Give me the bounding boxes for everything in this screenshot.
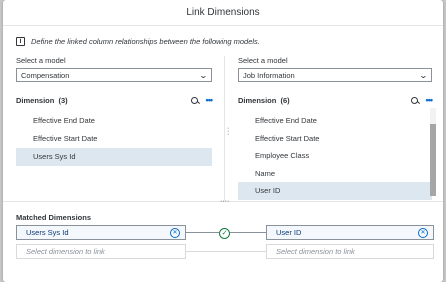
placeholder-text: Select dimension to link xyxy=(26,247,105,256)
left-dimension-label: Dimension xyxy=(16,95,55,105)
link-connector-line xyxy=(185,232,219,233)
matched-right-dimension[interactable]: User ID ✕ xyxy=(266,225,434,240)
list-item[interactable]: Users Sys Id xyxy=(16,148,212,166)
right-dimension-title: Dimension (6) xyxy=(238,96,290,105)
left-model-label: Select a model xyxy=(16,56,66,65)
left-dimension-title: Dimension (3) xyxy=(16,96,68,105)
list-item[interactable]: Employee Class xyxy=(238,147,432,165)
vertical-divider xyxy=(224,56,225,201)
list-item[interactable]: Effective Start Date xyxy=(16,130,212,148)
more-icon[interactable]: ••• xyxy=(206,96,214,105)
matched-dimensions-title: Matched Dimensions xyxy=(16,213,92,222)
matched-left-dimension[interactable]: Users Sys Id ✕ xyxy=(16,225,186,240)
search-icon[interactable] xyxy=(410,96,418,104)
right-dimension-count: (6) xyxy=(280,95,290,105)
right-dimension-placeholder[interactable]: Select dimension to link xyxy=(266,244,434,259)
vertical-splitter-handle[interactable]: · · · xyxy=(227,125,229,138)
info-icon: i xyxy=(16,36,25,46)
list-item[interactable]: Effective End Date xyxy=(16,112,212,130)
search-icon[interactable] xyxy=(190,96,198,104)
matched-right-value: User ID xyxy=(276,228,302,237)
clear-icon[interactable]: ✕ xyxy=(170,227,180,238)
right-list-scrollbar-thumb[interactable] xyxy=(430,124,436,196)
check-icon: ✓ xyxy=(219,228,230,239)
info-message: i Define the linked column relationships… xyxy=(16,35,260,47)
dialog-title: Link Dimensions xyxy=(3,0,443,26)
list-item[interactable]: Effective Start Date xyxy=(238,130,432,148)
left-dimension-list: Effective End Date Effective Start Date … xyxy=(16,112,212,166)
right-dimension-list: Effective End Date Effective Start Date … xyxy=(238,112,432,200)
more-icon[interactable]: ••• xyxy=(426,96,434,105)
right-model-panel: Select a model Job Information ⌄ Dimensi… xyxy=(238,56,434,200)
chevron-down-icon: ⌄ xyxy=(198,70,209,80)
list-item[interactable]: Name xyxy=(238,165,432,183)
chevron-down-icon: ⌄ xyxy=(418,70,429,80)
horizontal-splitter-handle[interactable]: ···· xyxy=(220,198,229,205)
right-model-label: Select a model xyxy=(238,56,288,65)
info-text: Define the linked column relationships b… xyxy=(31,36,260,46)
link-connector-line xyxy=(230,232,266,233)
left-model-select[interactable]: Compensation ⌄ xyxy=(16,68,212,82)
right-model-value: Job Information xyxy=(243,70,295,80)
empty-connector-line xyxy=(185,251,266,252)
left-dimension-placeholder[interactable]: Select dimension to link xyxy=(16,244,186,259)
list-item[interactable]: Effective End Date xyxy=(238,112,432,130)
left-dimension-tools: ••• xyxy=(190,96,214,105)
left-dimension-header: Dimension (3) ••• xyxy=(16,94,214,106)
clear-icon[interactable]: ✕ xyxy=(418,227,428,238)
left-dimension-count: (3) xyxy=(58,95,68,105)
list-item[interactable]: User ID xyxy=(238,182,432,200)
placeholder-text: Select dimension to link xyxy=(276,247,355,256)
matched-left-value: Users Sys Id xyxy=(26,228,69,237)
left-model-panel: Select a model Compensation ⌄ Dimension … xyxy=(16,56,214,166)
right-model-select[interactable]: Job Information ⌄ xyxy=(238,68,432,82)
right-dimension-label: Dimension xyxy=(238,95,277,105)
right-dimension-header: Dimension (6) ••• xyxy=(238,94,434,106)
link-dimensions-dialog: Link Dimensions i Define the linked colu… xyxy=(3,0,443,282)
left-model-value: Compensation xyxy=(21,70,70,80)
right-dimension-tools: ••• xyxy=(410,96,434,105)
